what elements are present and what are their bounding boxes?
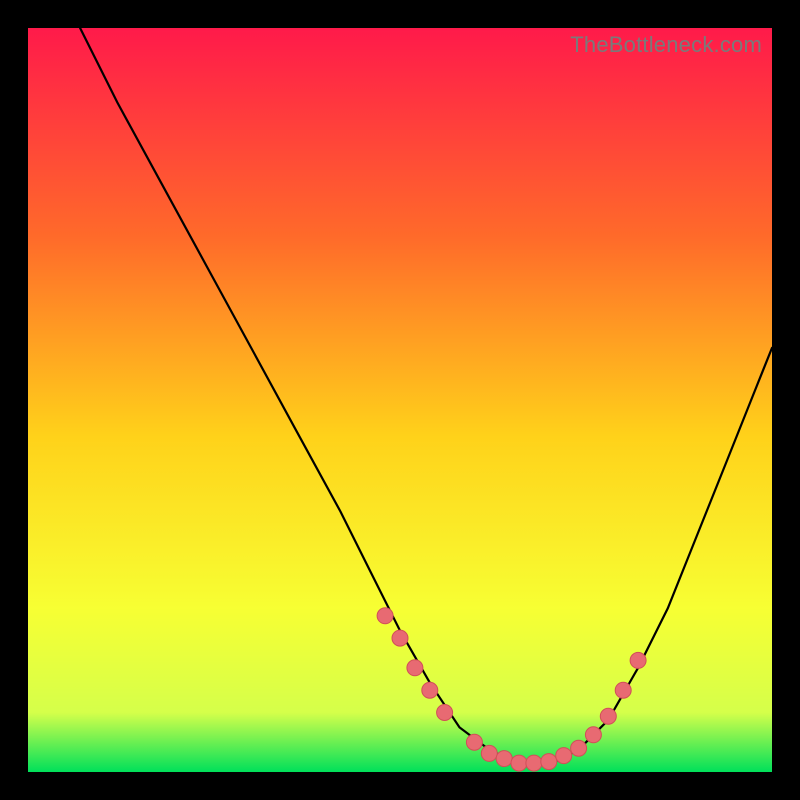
marker-point: [511, 755, 527, 771]
marker-point: [585, 727, 601, 743]
bottleneck-chart: [28, 28, 772, 772]
marker-point: [437, 705, 453, 721]
marker-point: [526, 755, 542, 771]
marker-point: [496, 751, 512, 767]
marker-point: [392, 630, 408, 646]
marker-point: [541, 754, 557, 770]
marker-point: [481, 745, 497, 761]
marker-point: [571, 740, 587, 756]
marker-point: [407, 660, 423, 676]
marker-point: [600, 708, 616, 724]
marker-point: [377, 608, 393, 624]
marker-point: [422, 682, 438, 698]
gradient-background: [28, 28, 772, 772]
marker-point: [556, 748, 572, 764]
marker-point: [466, 734, 482, 750]
marker-point: [630, 652, 646, 668]
watermark-text: TheBottleneck.com: [570, 32, 762, 58]
plot-frame: TheBottleneck.com: [28, 28, 772, 772]
marker-point: [615, 682, 631, 698]
